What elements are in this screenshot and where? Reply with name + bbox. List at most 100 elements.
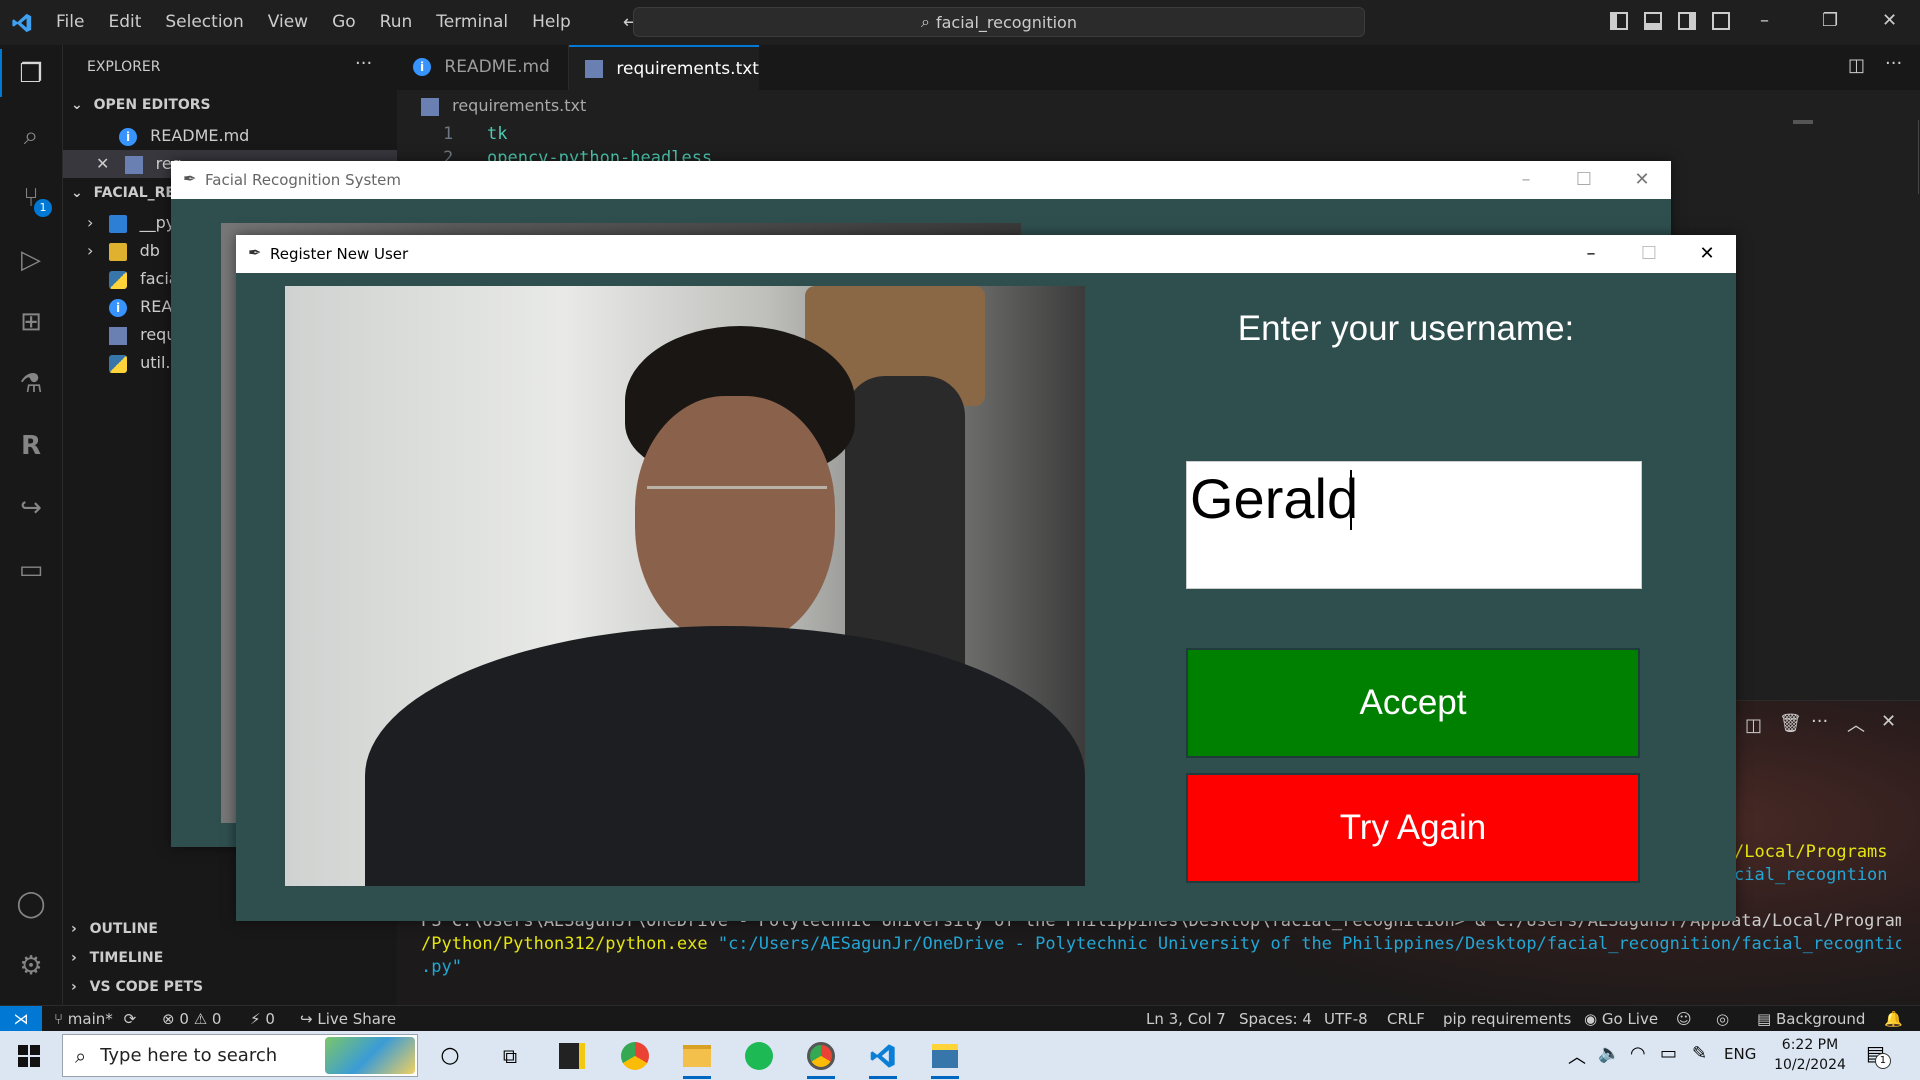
username-input[interactable]: Gerald [1186,461,1642,589]
volume-icon[interactable]: 🔈 [1598,1043,1620,1064]
restore-icon[interactable]: ❐ [1822,10,1838,31]
battery-icon[interactable]: ▭ [1660,1043,1677,1064]
language-indicator[interactable]: ENG [1724,1045,1756,1063]
search-icon[interactable]: ⌕ [14,119,48,153]
language-status[interactable]: pip requirements [1443,1006,1571,1032]
tab-requirements[interactable]: requirements.txt ✕ [569,45,759,124]
ports-status[interactable]: ⚡ 0 [250,1006,275,1032]
settings-gear-icon[interactable]: ⚙ [14,949,48,983]
chrome-icon[interactable] [615,1037,655,1074]
open-editors-header[interactable]: ⌄ OPEN EDITORS [71,97,211,113]
live-share-icon[interactable]: ↪ [14,491,48,525]
source-control-icon[interactable]: ⑂ 1 [14,181,52,217]
toggle-panel-icon[interactable] [1644,12,1662,30]
testing-icon[interactable]: ⚗ [14,367,48,401]
show-hidden-icons[interactable]: ︿ [1568,1043,1586,1069]
problems-status[interactable]: ⊗ 0 ⚠ 0 [162,1006,221,1032]
task-view-icon[interactable]: ⧉ [490,1037,530,1074]
menu-go[interactable]: Go [320,0,368,45]
line-number: 1 [443,124,454,144]
go-live-status[interactable]: ◉ Go Live [1584,1006,1658,1032]
tree-folder-db[interactable]: › db [87,237,160,265]
python-tk-taskbar-icon[interactable] [925,1037,965,1079]
spotify-icon[interactable] [739,1037,779,1074]
cursor-position[interactable]: Ln 3, Col 7 [1146,1006,1226,1032]
vscode-taskbar-icon[interactable] [863,1037,903,1079]
close-icon[interactable]: ✕ [96,154,109,173]
menu-edit[interactable]: Edit [96,0,153,45]
menu-run[interactable]: Run [368,0,425,45]
try-again-button[interactable]: Try Again [1186,773,1640,883]
tree-file-util[interactable]: util.p [109,349,181,377]
extension-status-icon[interactable]: ◎ [1716,1006,1729,1032]
minimize-icon[interactable]: – [1562,235,1620,273]
explorer-more-icon[interactable]: ··· [355,53,372,74]
timeline-section[interactable]: › TIMELINE [71,950,163,966]
clock[interactable]: 6:22 PM 10/2/2024 [1770,1035,1850,1075]
kill-terminal-icon[interactable]: 🗑 [1779,713,1802,734]
tab-readme[interactable]: i README.md [397,45,569,90]
background-status[interactable]: ▤ Background [1757,1006,1865,1032]
taskbar-search-box[interactable]: ⌕ Type here to search [62,1034,418,1077]
breadcrumb[interactable]: requirements.txt [421,96,586,116]
menu-view[interactable]: View [256,0,320,45]
menu-terminal[interactable]: Terminal [424,0,520,45]
customize-layout-icon[interactable] [1712,12,1730,30]
username-value: Gerald [1190,467,1359,530]
tree-folder-pycache[interactable]: › __py [87,209,175,237]
remote-indicator[interactable]: ⋊ [0,1006,42,1032]
tab-label: requirements.txt [616,59,759,79]
workspace-header[interactable]: ⌄ FACIAL_REC [71,185,185,201]
file-explorer-icon[interactable] [677,1037,717,1079]
minimize-icon[interactable]: – [1497,161,1555,199]
toggle-primary-sidebar-icon[interactable] [1610,12,1628,30]
sticky-notes-icon[interactable] [552,1037,592,1074]
cortana-icon[interactable]: ○ [430,1037,470,1074]
outline-section[interactable]: › OUTLINE [71,921,158,937]
menu-help[interactable]: Help [520,0,583,45]
pets-section[interactable]: › VS CODE PETS [71,979,203,995]
chrome-profile-icon[interactable] [801,1037,841,1079]
encoding-status[interactable]: UTF-8 [1324,1006,1368,1032]
open-editor-item[interactable]: i README.md [119,122,249,150]
indentation-status[interactable]: Spaces: 4 [1239,1006,1312,1032]
minimap[interactable] [1793,120,1813,124]
extensions-icon[interactable]: ⊞ [14,305,48,339]
live-share-status[interactable]: ↪ Live Share [300,1006,396,1032]
code-line[interactable]: tk [487,124,507,144]
accounts-icon[interactable]: ◯ [14,887,48,921]
branch-status[interactable]: ⑂ main* ⟳ [54,1006,136,1032]
split-terminal-icon[interactable]: ◫ [1745,715,1762,736]
terminal-more-icon[interactable]: ··· [1811,711,1828,732]
tree-file-requirements[interactable]: requ [109,321,176,349]
maximize-icon[interactable]: ☐ [1620,235,1678,273]
accept-button[interactable]: Accept [1186,648,1640,758]
notification-center-icon[interactable]: ▤ 1 [1866,1041,1891,1069]
explorer-icon[interactable]: ❐ [14,57,48,91]
eol-status[interactable]: CRLF [1387,1006,1425,1032]
minimize-icon[interactable]: – [1760,10,1769,31]
maximize-icon[interactable]: ☐ [1555,161,1613,199]
command-center-search[interactable]: ⌕ facial_recognition [633,7,1365,37]
close-icon[interactable]: ✕ [1882,10,1897,31]
close-icon[interactable]: ✕ [1613,161,1671,199]
pen-icon[interactable]: ✎ [1692,1043,1707,1064]
run-debug-icon[interactable]: ▷ [14,243,48,277]
tree-file-python[interactable]: facia [109,265,179,293]
scrollbar[interactable] [1905,120,1919,194]
notifications-bell-icon[interactable]: 🔔 [1884,1006,1903,1032]
editor-more-icon[interactable]: ··· [1885,53,1902,74]
copilot-icon[interactable]: ☺ [1676,1006,1692,1032]
toggle-secondary-sidebar-icon[interactable] [1678,12,1696,30]
remote-explorer-icon[interactable]: ▭ [14,553,48,587]
search-icon: ⌕ [75,1043,87,1068]
menu-file[interactable]: File [44,0,96,45]
r-extension-icon[interactable]: R [14,429,48,463]
windows-start-icon[interactable] [18,1045,40,1067]
wifi-icon[interactable]: ◠ [1630,1043,1646,1064]
menu-selection[interactable]: Selection [153,0,255,45]
split-editor-icon[interactable]: ◫ [1848,55,1865,76]
close-panel-icon[interactable]: ✕ [1881,711,1896,732]
close-icon[interactable]: ✕ [1678,235,1736,273]
maximize-panel-icon[interactable]: ︿ [1847,711,1865,737]
